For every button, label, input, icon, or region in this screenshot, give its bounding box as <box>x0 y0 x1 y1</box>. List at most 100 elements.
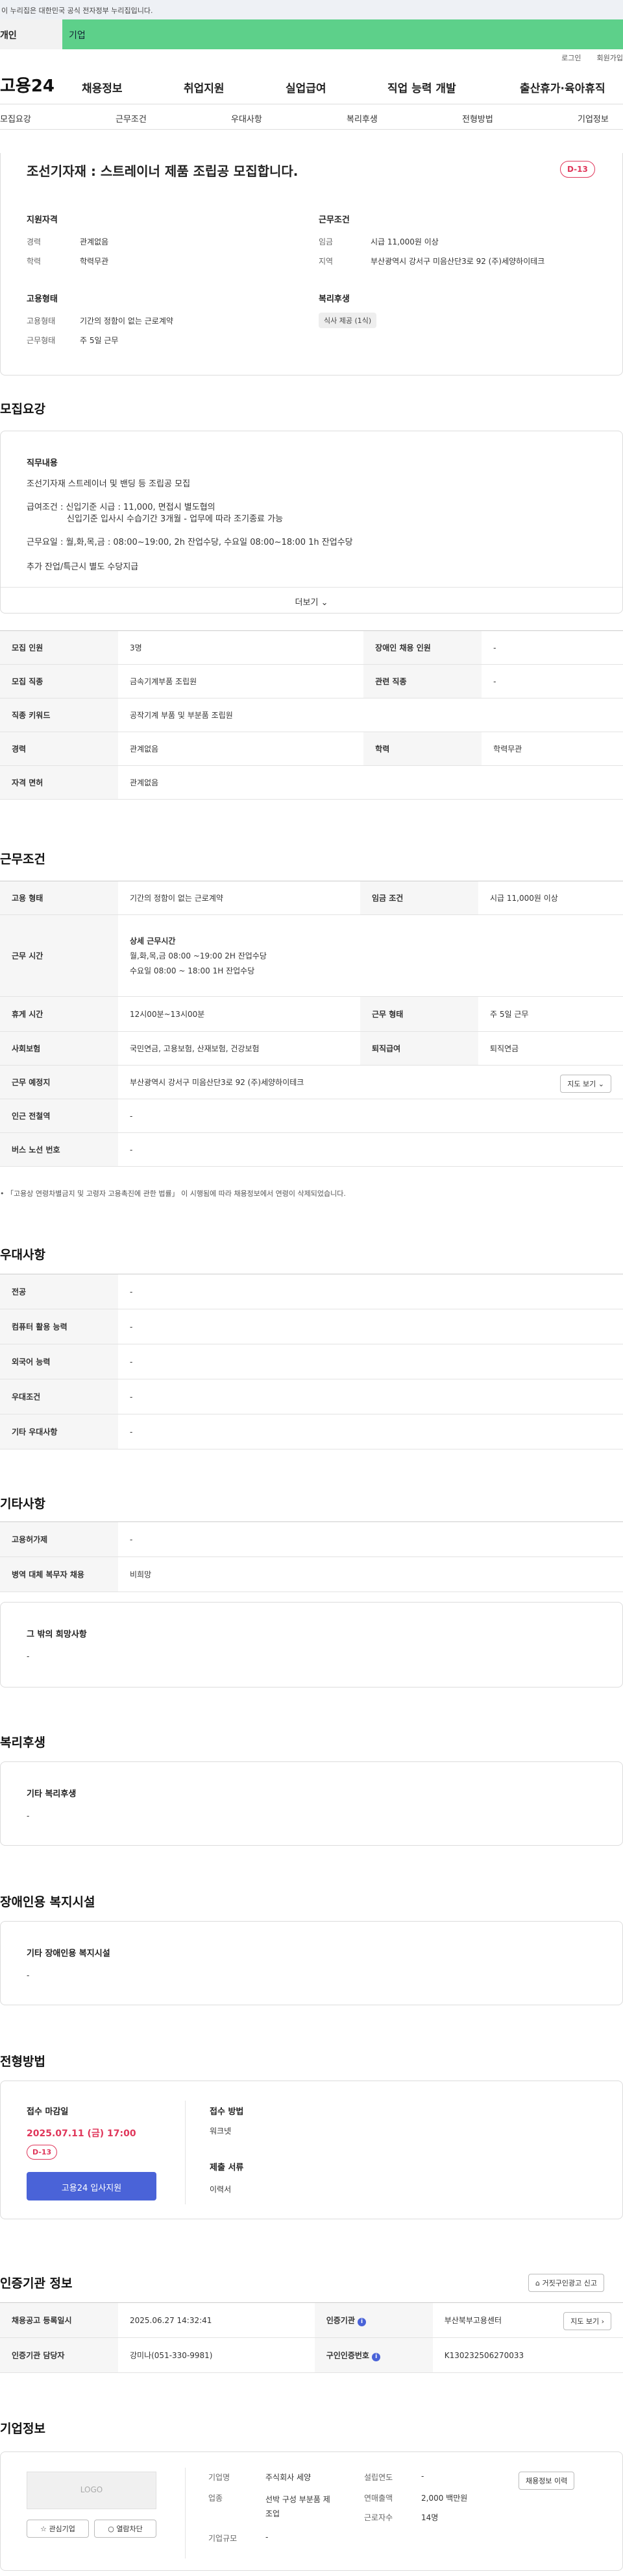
site-logo[interactable]: 고용24 <box>0 73 55 97</box>
row-label: 구인인증번호 i <box>314 2337 433 2373</box>
row-label: 인근 전철역 <box>0 1099 118 1133</box>
summary-card: 조선기자재 : 스트레이너 제품 조립공 모집합니다. D-13 지원자격 경력… <box>0 153 623 376</box>
tab-personal[interactable]: 개인 <box>0 19 62 49</box>
company-value: 주식회사 세양 <box>265 2473 312 2482</box>
agency-map-button[interactable]: 지도 보기 › <box>563 2312 611 2330</box>
lnb-recruit[interactable]: 모집요강 <box>0 112 31 125</box>
gnb-employment-support[interactable]: 취업지원 <box>184 79 225 95</box>
deadline-value: 2025.07.11 (금) 17:00 <box>27 2129 136 2139</box>
disabled-title: 기타 장애인용 복지시설 <box>27 1949 110 1959</box>
lnb-welfare[interactable]: 복리후생 <box>347 112 378 125</box>
row-label: 컴퓨터 활용 능력 <box>0 1309 118 1344</box>
row-label: 근무 형태 <box>360 996 478 1032</box>
row-value: 비희망 <box>118 1556 623 1592</box>
etc-other-title: 그 밖의 희망사항 <box>27 1630 87 1640</box>
info-icon[interactable]: i <box>372 2352 381 2361</box>
welfare-other-title: 기타 복리후생 <box>27 1789 77 1799</box>
cond-label: 지역 <box>319 257 334 266</box>
etc-other-value: - <box>27 1652 30 1661</box>
fav-company-button[interactable]: ☆ 관심기업 <box>27 2520 89 2538</box>
qual-title: 지원자격 <box>27 215 58 225</box>
star-icon: ☆ <box>40 2525 47 2533</box>
row-value: 2025.06.27 14:32:41 <box>118 2302 315 2338</box>
lnb-work[interactable]: 근무조건 <box>116 112 147 125</box>
row-label: 사회보험 <box>0 1031 118 1066</box>
gnb-jobs[interactable]: 채용정보 <box>82 79 123 95</box>
etc-heading: 기타사항 <box>0 1497 45 1511</box>
qual-label: 학력 <box>27 257 42 266</box>
cond-label: 임금 <box>319 237 334 246</box>
method-value: 워크넷 <box>210 2127 232 2136</box>
loc-cell: 부산광역시 강서구 미음산단3로 92 (주)세양하이테크 지도 보기 ⌄ <box>118 1065 623 1099</box>
lnb-process[interactable]: 전형방법 <box>462 112 493 125</box>
company-label: 기업명 <box>208 2473 230 2482</box>
disabled-value: - <box>27 1971 30 1980</box>
company-label: 설립연도 <box>364 2473 393 2482</box>
section-nav: 모집요강 근무조건 우대사항 복리후생 전형방법 기업정보 <box>0 104 623 130</box>
method-title: 접수 방법 <box>210 2107 244 2117</box>
company-label: 연매출액 <box>364 2494 393 2503</box>
report-button[interactable]: ⌂ 거짓구인광고 신고 <box>528 2274 604 2292</box>
process-dday-badge: D-13 <box>27 2145 58 2160</box>
cond-value: 시급 11,000원 이상 <box>371 237 439 246</box>
disabled-card: 기타 장애인용 복지시설 - <box>0 1921 623 2005</box>
chevron-down-icon: ⌄ <box>321 598 328 608</box>
age-note: • 「고용상 연령차별금지 및 고령자 고용촉진에 관한 법률」 이 시행됨에 … <box>0 1189 346 1198</box>
qual-value: 학력무관 <box>80 257 109 266</box>
row-label: 인증기관 i <box>314 2302 433 2338</box>
row-value: 공작기계 부품 및 부분품 조립원 <box>118 698 623 732</box>
company-label: 근로자수 <box>364 2513 393 2522</box>
row-label: 고용허가제 <box>0 1521 118 1557</box>
apply-button[interactable]: 고용24 입사지원 <box>27 2172 156 2200</box>
job-history-button[interactable]: 채용정보 이력 <box>519 2472 575 2490</box>
row-label: 경력 <box>0 732 118 766</box>
login-link[interactable]: 로그인 <box>561 53 581 63</box>
row-label: 자격 면허 <box>0 765 118 800</box>
row-label: 기타 우대사항 <box>0 1414 118 1449</box>
row-value: - <box>118 1309 623 1344</box>
row-label: 근무 시간 <box>0 914 118 997</box>
duty-card: 직무내용 조선기자재 스트레이너 및 밴딩 등 조립공 모집 급여조건 : 신입… <box>0 431 623 614</box>
global-nav: 고용24 채용정보 취업지원 실업급여 직업 능력 개발 출산휴가·육아휴직 <box>0 66 623 104</box>
more-button[interactable]: 더보기 ⌄ <box>1 587 622 613</box>
signup-link[interactable]: 회원가입 <box>597 53 623 63</box>
welfare-other-value: - <box>27 1811 30 1820</box>
row-value: 부산북부고용센터 <box>444 2316 502 2325</box>
tab-company[interactable]: 기업 <box>62 19 623 49</box>
gnb-unemployment[interactable]: 실업급여 <box>286 79 326 95</box>
block-company-button[interactable]: ○ 열람차단 <box>94 2520 156 2538</box>
work-heading: 근무조건 <box>0 852 45 866</box>
pref-heading: 우대사항 <box>0 1248 45 1262</box>
welfare-title: 복리후생 <box>319 294 350 304</box>
emp-label: 근무형태 <box>27 336 56 345</box>
gnb-training[interactable]: 직업 능력 개발 <box>387 79 456 95</box>
row-value: - <box>118 1274 623 1309</box>
hours-cell: 상세 근무시간 월,화,목,금 08:00 ~19:00 2H 잔업수당 수요일 0… <box>118 914 623 997</box>
gnb-parental-leave[interactable]: 출산휴가·육아휴직 <box>520 79 605 95</box>
hours-line: 수요일 08:00 ~ 18:00 1H 잔업수당 <box>130 966 255 975</box>
lnb-company[interactable]: 기업정보 <box>578 112 609 125</box>
job-title: 조선기자재 : 스트레이너 제품 조립공 모집합니다. <box>27 163 299 179</box>
emp-title: 고용형태 <box>27 294 58 304</box>
lnb-pref[interactable]: 우대사항 <box>231 112 262 125</box>
pref-table: 전공 - 컴퓨터 활용 능력 - 외국어 능력 - 우대조건 - 기타 우대사항 - <box>0 1274 623 1449</box>
welfare-chip: 식사 제공 (1식) <box>319 313 377 328</box>
duty-line: 추가 잔업/특근시 별도 수당지급 <box>27 562 139 572</box>
company-label: 기업규모 <box>208 2534 238 2543</box>
hours-line: 월,화,목,금 08:00 ~19:00 2H 잔업수당 <box>130 951 267 960</box>
recruit-heading: 모집요강 <box>0 402 45 416</box>
dday-badge: D-13 <box>560 161 595 178</box>
process-divider <box>185 2101 186 2204</box>
recruit-table: 모집 인원 3명 장애인 채용 인원 - 모집 직종 금속기계부품 조립원 관련 직종 - … <box>0 630 623 800</box>
company-card: LOGO ☆ 관심기업 ○ 열람차단 기업명 주식회사 세양 업종 선박 구성 … <box>0 2451 623 2571</box>
row-label: 학력 <box>363 732 482 766</box>
info-icon[interactable]: i <box>358 2317 367 2326</box>
duty-line: 급여조건 : 신입기준 시급 : 11,000, 면접시 별도협의 <box>27 503 215 512</box>
etc-other-card: 그 밖의 희망사항 - <box>0 1602 623 1688</box>
row-value: - <box>118 1379 623 1414</box>
row-label: 퇴직급여 <box>360 1031 478 1066</box>
row-value: 시급 11,000원 이상 <box>478 881 623 915</box>
row-value: 12시00분~13시00분 <box>118 996 360 1032</box>
circle-icon: ○ <box>108 2525 114 2533</box>
map-button[interactable]: 지도 보기 ⌄ <box>560 1075 611 1093</box>
